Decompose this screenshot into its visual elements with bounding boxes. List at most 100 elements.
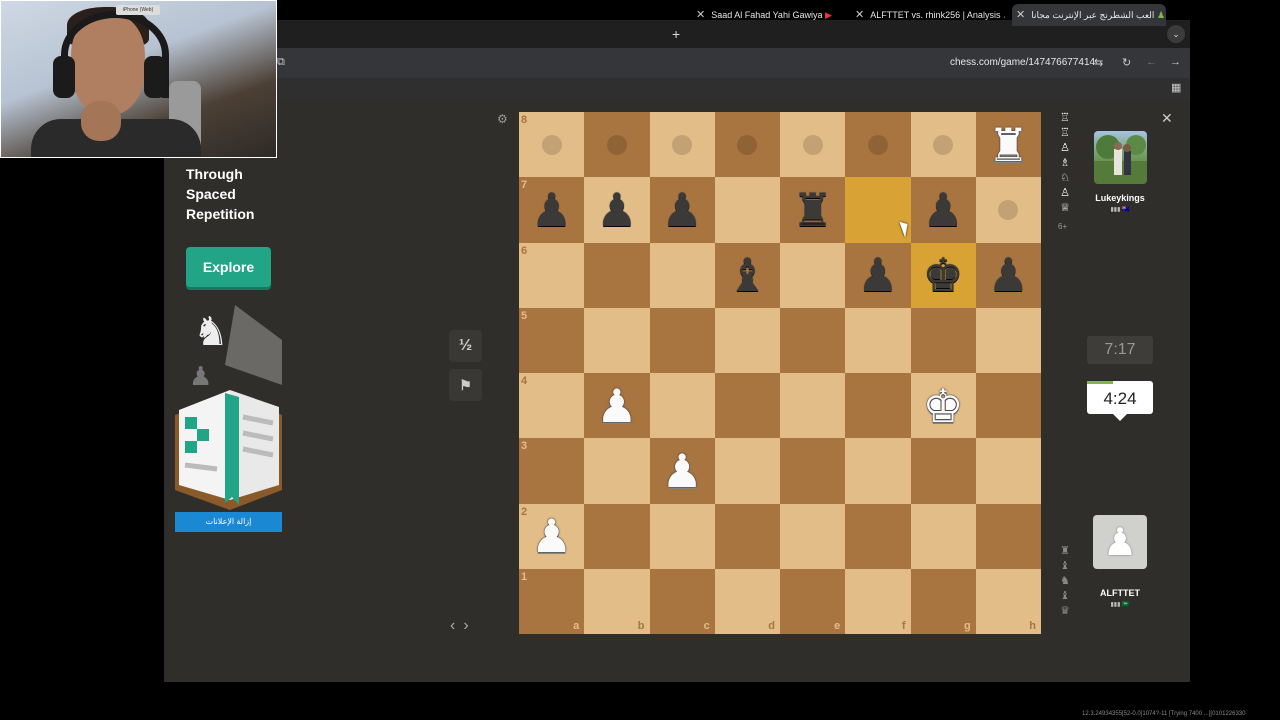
square-g7[interactable]: ♟ xyxy=(910,177,976,243)
square-g8[interactable] xyxy=(910,112,976,178)
close-icon[interactable]: ✕ xyxy=(1016,9,1025,21)
black-piece-e7[interactable]: ♜ xyxy=(792,187,833,233)
square-f7[interactable] xyxy=(845,177,911,243)
black-piece-d6[interactable]: ♝ xyxy=(727,252,768,298)
move-hint-dot[interactable] xyxy=(998,199,1019,220)
black-piece-f6[interactable]: ♟ xyxy=(857,252,898,298)
square-h2[interactable] xyxy=(975,503,1041,569)
chessboard[interactable]: 8 ♜ 7 ♟ ♟ ♟ ♜ ♟ 6 ♝ ♟ ♚ ♟ 5 4 ♟ ♚ 3 ♟ 2 ♟ 1 a b c d e f g h xyxy=(519,112,1041,634)
gear-icon[interactable]: ⚙ xyxy=(497,112,508,126)
extension-icon[interactable]: ⧉ xyxy=(277,56,285,69)
move-hint-dot[interactable] xyxy=(867,134,888,155)
square-a1[interactable]: 1a xyxy=(519,568,585,634)
square-b1[interactable]: b xyxy=(584,568,650,634)
square-e2[interactable] xyxy=(780,503,846,569)
black-piece-b7[interactable]: ♟ xyxy=(596,187,637,233)
opponent-name[interactable]: Lukeykings xyxy=(1085,193,1155,203)
move-hint-dot[interactable] xyxy=(606,134,627,155)
square-g1[interactable]: g xyxy=(910,568,976,634)
move-hint-dot[interactable] xyxy=(541,134,562,155)
square-e1[interactable]: e xyxy=(780,568,846,634)
square-g4[interactable]: ♚ xyxy=(910,373,976,439)
black-piece-a7[interactable]: ♟ xyxy=(531,187,572,233)
square-h8[interactable]: ♜ xyxy=(975,112,1041,178)
square-e8[interactable] xyxy=(780,112,846,178)
square-e3[interactable] xyxy=(780,438,846,504)
square-b8[interactable] xyxy=(584,112,650,178)
square-d1[interactable]: d xyxy=(714,568,780,634)
square-f8[interactable] xyxy=(845,112,911,178)
white-piece-g4[interactable]: ♚ xyxy=(923,383,964,429)
square-c4[interactable] xyxy=(649,373,715,439)
square-c6[interactable] xyxy=(649,242,715,308)
square-a7[interactable]: 7 ♟ xyxy=(519,177,585,243)
tab-analysis[interactable]: ✕ ALFTTET vs. rhink256 | Analysis ♟ xyxy=(855,4,1005,26)
square-g5[interactable] xyxy=(910,307,976,373)
resign-button[interactable]: ⚑ xyxy=(449,369,482,401)
square-c3[interactable]: ♟ xyxy=(649,438,715,504)
apps-grid-icon[interactable]: ▦ xyxy=(1171,81,1181,94)
square-f2[interactable] xyxy=(845,503,911,569)
square-d8[interactable] xyxy=(714,112,780,178)
square-d7[interactable] xyxy=(714,177,780,243)
back-icon[interactable]: ← xyxy=(1146,56,1157,68)
square-d6[interactable]: ♝ xyxy=(714,242,780,308)
square-a4[interactable]: 4 xyxy=(519,373,585,439)
square-h6[interactable]: ♟ xyxy=(975,242,1041,308)
square-e6[interactable] xyxy=(780,242,846,308)
square-b4[interactable]: ♟ xyxy=(584,373,650,439)
square-f3[interactable] xyxy=(845,438,911,504)
square-d2[interactable] xyxy=(714,503,780,569)
square-b2[interactable] xyxy=(584,503,650,569)
black-piece-g6[interactable]: ♚ xyxy=(923,252,964,298)
square-f4[interactable] xyxy=(845,373,911,439)
black-piece-c7[interactable]: ♟ xyxy=(662,187,703,233)
square-b6[interactable] xyxy=(584,242,650,308)
opponent-avatar[interactable] xyxy=(1094,131,1147,184)
square-a8[interactable]: 8 xyxy=(519,112,585,178)
square-e5[interactable] xyxy=(780,307,846,373)
square-g6[interactable]: ♚ xyxy=(910,242,976,308)
white-piece-b4[interactable]: ♟ xyxy=(596,383,637,429)
square-d4[interactable] xyxy=(714,373,780,439)
move-hint-dot[interactable] xyxy=(737,134,758,155)
remove-ads-button[interactable]: إزالة الإعلانات xyxy=(175,512,282,532)
square-e7[interactable]: ♜ xyxy=(780,177,846,243)
square-g3[interactable] xyxy=(910,438,976,504)
move-hint-dot[interactable] xyxy=(933,134,954,155)
player-avatar[interactable]: ♟ xyxy=(1093,515,1147,569)
square-f5[interactable] xyxy=(845,307,911,373)
next-move-button[interactable]: › xyxy=(463,617,476,634)
square-c7[interactable]: ♟ xyxy=(649,177,715,243)
square-h4[interactable] xyxy=(975,373,1041,439)
square-h5[interactable] xyxy=(975,307,1041,373)
square-f1[interactable]: f xyxy=(845,568,911,634)
square-e4[interactable] xyxy=(780,373,846,439)
move-hint-dot[interactable] xyxy=(672,134,693,155)
square-a5[interactable]: 5 xyxy=(519,307,585,373)
explore-button[interactable]: Explore xyxy=(186,247,271,287)
forward-icon[interactable]: → xyxy=(1170,56,1181,68)
square-b7[interactable]: ♟ xyxy=(584,177,650,243)
square-c5[interactable] xyxy=(649,307,715,373)
close-icon[interactable]: ✕ xyxy=(696,9,705,21)
white-piece-h8[interactable]: ♜ xyxy=(988,122,1029,168)
black-piece-h6[interactable]: ♟ xyxy=(988,252,1029,298)
close-icon[interactable]: ✕ xyxy=(855,9,864,21)
reload-icon[interactable]: ↻ xyxy=(1122,56,1131,69)
white-piece-a2[interactable]: ♟ xyxy=(531,513,572,559)
square-h3[interactable] xyxy=(975,438,1041,504)
square-f6[interactable]: ♟ xyxy=(845,242,911,308)
square-a3[interactable]: 3 xyxy=(519,438,585,504)
square-h7[interactable] xyxy=(975,177,1041,243)
offer-draw-button[interactable]: ½ xyxy=(449,330,482,362)
tab-search-button[interactable]: ⌄ xyxy=(1167,25,1185,43)
square-c8[interactable] xyxy=(649,112,715,178)
close-icon[interactable]: ✕ xyxy=(1161,110,1173,127)
url-field[interactable]: chess.com/game/147476677414 xyxy=(950,57,1095,68)
square-a2[interactable]: 2 ♟ xyxy=(519,503,585,569)
square-d5[interactable] xyxy=(714,307,780,373)
square-h1[interactable]: h xyxy=(975,568,1041,634)
square-a6[interactable]: 6 xyxy=(519,242,585,308)
new-tab-button[interactable]: + xyxy=(672,26,680,42)
